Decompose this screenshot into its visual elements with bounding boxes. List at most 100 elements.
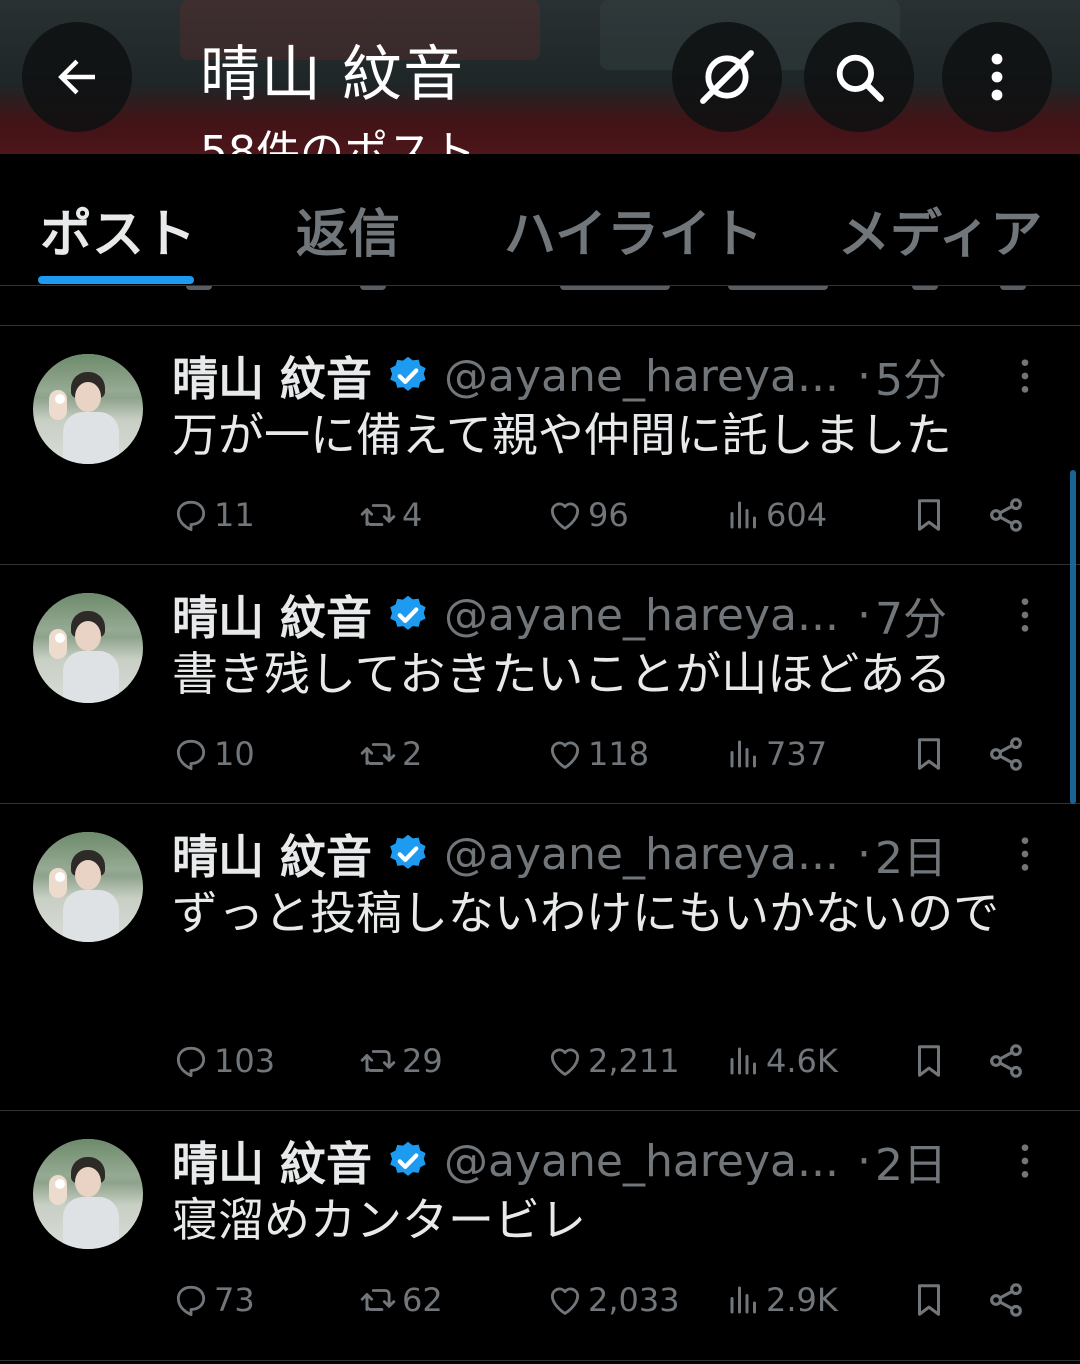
avatar[interactable]	[33, 1139, 143, 1249]
post-item[interactable]: 晴山 紋音 @ayane_hareya... · 2日 寝溜めカンタービレ 73…	[0, 1111, 1080, 1361]
bookmark-button[interactable]	[910, 1036, 948, 1086]
like-count: 2,033	[588, 1281, 680, 1319]
post-item[interactable]: 晴山 紋音 @ayane_hareya... · 5分 万が一に備えて親や仲間に…	[0, 326, 1080, 565]
views-icon	[730, 1286, 756, 1314]
separator-dot: ·	[856, 1135, 871, 1187]
share-button[interactable]	[986, 1036, 1026, 1086]
share-button[interactable]	[986, 729, 1026, 779]
repost-icon	[360, 1050, 396, 1072]
like-button[interactable]: 2,033	[546, 1275, 680, 1325]
post-actions: 103 29 2,211 4.6K	[172, 1036, 1042, 1086]
reply-button[interactable]: 103	[172, 1036, 275, 1086]
profile-header: 晴山 紋音 58件のポスト	[0, 0, 1080, 154]
views-button[interactable]: 4.6K	[726, 1036, 838, 1086]
share-button[interactable]	[986, 1275, 1026, 1325]
author-handle[interactable]: @ayane_hareya...	[444, 590, 839, 641]
repost-icon	[360, 504, 396, 526]
share-icon	[990, 498, 1022, 532]
avatar[interactable]	[33, 593, 143, 703]
repost-count: 29	[402, 1042, 443, 1080]
repost-button[interactable]: 29	[358, 1036, 443, 1086]
views-button[interactable]: 2.9K	[726, 1275, 838, 1325]
bookmark-icon	[917, 738, 941, 770]
repost-button[interactable]: 62	[358, 1275, 443, 1325]
view-count: 4.6K	[766, 1042, 838, 1080]
reply-button[interactable]: 73	[172, 1275, 255, 1325]
post-count: 58件のポスト	[200, 127, 476, 154]
post-time[interactable]: 2日	[875, 822, 947, 886]
post-more-icon[interactable]	[1010, 1141, 1040, 1181]
author-handle[interactable]: @ayane_hareya...	[444, 1136, 839, 1187]
bookmark-icon	[917, 1284, 941, 1316]
search-button[interactable]	[804, 22, 914, 132]
post-more-icon[interactable]	[1010, 834, 1040, 874]
tab-highlights[interactable]: ハイライト	[504, 192, 763, 267]
post-time[interactable]: 5分	[875, 344, 947, 408]
bookmark-button[interactable]	[910, 1275, 948, 1325]
view-count: 604	[766, 496, 828, 534]
verified-badge-icon	[390, 595, 426, 630]
repost-icon	[360, 1289, 396, 1311]
views-icon	[730, 501, 756, 529]
post-more-icon[interactable]	[1010, 356, 1040, 396]
separator-dot: ·	[856, 350, 871, 402]
profile-tabs: ポスト 返信 ハイライト メディア	[0, 154, 1080, 286]
post-text: 寝溜めカンタービレ	[172, 1193, 586, 1247]
translate-button[interactable]	[672, 22, 782, 132]
reply-icon	[176, 1285, 206, 1316]
repost-icon	[360, 743, 396, 765]
profile-name: 晴山 紋音	[200, 40, 465, 110]
repost-button[interactable]: 2	[358, 729, 422, 779]
tab-posts[interactable]: ポスト	[40, 192, 196, 267]
bookmark-icon	[917, 499, 941, 531]
reply-button[interactable]: 11	[172, 490, 255, 540]
author-name[interactable]: 晴山 紋音	[172, 821, 372, 887]
share-button[interactable]	[986, 490, 1026, 540]
tab-replies[interactable]: 返信	[296, 192, 400, 267]
active-tab-indicator	[38, 276, 194, 284]
author-name[interactable]: 晴山 紋音	[172, 1128, 372, 1194]
no-translate-icon	[700, 50, 754, 104]
views-button[interactable]: 604	[726, 490, 827, 540]
post-time[interactable]: 2日	[875, 1129, 947, 1193]
like-count: 2,211	[588, 1042, 680, 1080]
repost-button[interactable]: 4	[358, 490, 422, 540]
reply-count: 103	[214, 1042, 276, 1080]
author-name[interactable]: 晴山 紋音	[172, 582, 372, 648]
bookmark-icon	[917, 1045, 941, 1077]
author-handle[interactable]: @ayane_hareya...	[444, 351, 839, 402]
arrow-left-icon	[58, 59, 95, 95]
share-icon	[990, 1283, 1022, 1317]
like-button[interactable]: 118	[546, 729, 649, 779]
post-item[interactable]: 晴山 紋音 @ayane_hareya... · 7分 書き残しておきたいことが…	[0, 565, 1080, 804]
author-handle[interactable]: @ayane_hareya...	[444, 829, 839, 880]
bookmark-button[interactable]	[910, 490, 948, 540]
author-name[interactable]: 晴山 紋音	[172, 343, 372, 409]
back-button[interactable]	[22, 22, 132, 132]
more-options-button[interactable]	[942, 22, 1052, 132]
like-button[interactable]: 96	[546, 490, 629, 540]
post-actions: 73 62 2,033 2.9K	[172, 1275, 1042, 1325]
post-item[interactable]: 晴山 紋音 @ayane_hareya... · 2日 ずっと投稿しないわけにも…	[0, 804, 1080, 1111]
post-more-icon[interactable]	[1010, 595, 1040, 635]
like-count: 96	[588, 496, 629, 534]
tab-media[interactable]: メディア	[838, 192, 1042, 267]
separator-dot: ·	[856, 589, 871, 641]
avatar[interactable]	[33, 832, 143, 942]
like-count: 118	[588, 735, 650, 773]
post-text: ずっと投稿しないわけにもいかないので	[172, 886, 1000, 940]
heart-icon	[550, 502, 580, 530]
reply-button[interactable]: 10	[172, 729, 255, 779]
avatar[interactable]	[33, 354, 143, 464]
heart-icon	[550, 1287, 580, 1315]
previous-post-actions-partial	[0, 286, 1080, 326]
post-actions: 10 2 118 737	[172, 729, 1042, 779]
scrollbar-thumb[interactable]	[1070, 470, 1076, 804]
views-button[interactable]: 737	[726, 729, 827, 779]
reply-icon	[176, 500, 206, 531]
heart-icon	[550, 1048, 580, 1076]
like-button[interactable]: 2,211	[546, 1036, 680, 1086]
post-time[interactable]: 7分	[875, 583, 947, 647]
repost-count: 4	[402, 496, 423, 534]
bookmark-button[interactable]	[910, 729, 948, 779]
